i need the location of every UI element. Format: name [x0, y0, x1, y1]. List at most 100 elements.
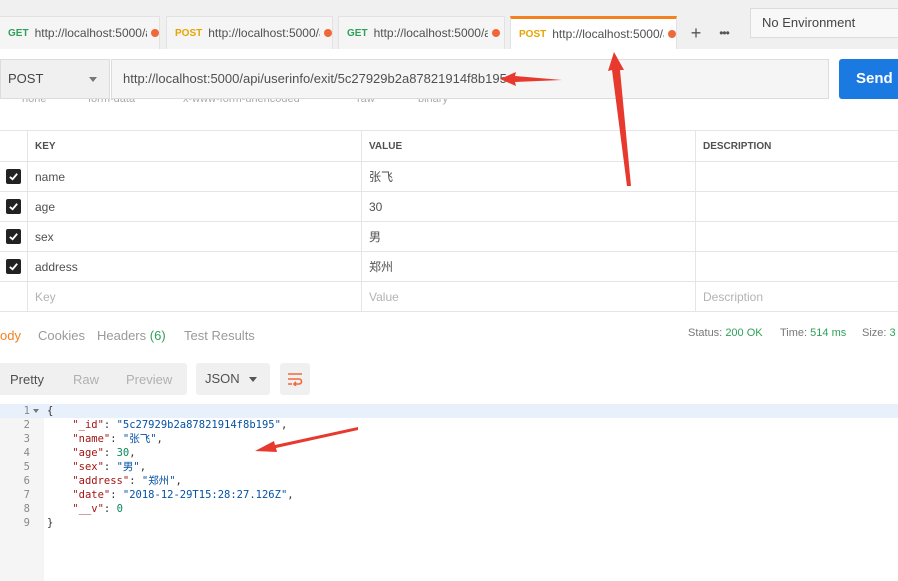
- body-type-binary[interactable]: binary: [418, 99, 448, 105]
- code-line: 7 "date": "2018-12-29T15:28:27.126Z",: [23, 489, 294, 501]
- tab-url: http://localhost:5000/api/userinfo: [552, 27, 664, 41]
- environment-select[interactable]: No Environment: [750, 8, 898, 38]
- new-key-input[interactable]: Key: [27, 282, 361, 311]
- unsaved-dot-icon: [324, 29, 332, 37]
- param-description[interactable]: [695, 162, 898, 191]
- tab-url: http://localhost:5000/api/userinfo: [208, 26, 320, 40]
- request-tab-bar: GET http://localhost:5000/api/userinfo P…: [0, 0, 898, 49]
- param-key[interactable]: age: [27, 192, 361, 221]
- param-value[interactable]: 30: [361, 192, 695, 221]
- more-tabs-icon[interactable]: •••: [711, 20, 737, 46]
- tab-body[interactable]: ody: [0, 328, 21, 343]
- row-checkbox[interactable]: [0, 252, 27, 281]
- table-header: KEY VALUE DESCRIPTION: [0, 130, 898, 162]
- code-line: 4 "age": 30,: [23, 447, 136, 459]
- body-type-options: none form-data x-www-form-urlencoded raw…: [0, 99, 898, 113]
- param-key[interactable]: address: [27, 252, 361, 281]
- body-type-form-data[interactable]: form-data: [88, 99, 135, 105]
- new-description-input[interactable]: Description: [695, 282, 898, 311]
- chevron-down-icon: [249, 377, 257, 382]
- tab-headers-label: Headers: [97, 328, 147, 343]
- headers-count: (6): [149, 328, 166, 343]
- body-type-raw[interactable]: raw: [357, 99, 375, 105]
- status-value: 200 OK: [725, 327, 763, 339]
- view-preview[interactable]: Preview: [126, 372, 172, 387]
- wrap-lines-button[interactable]: [280, 363, 310, 395]
- new-value-input[interactable]: Value: [361, 282, 695, 311]
- tab-url: http://localhost:5000/api/userinfo: [373, 26, 488, 40]
- checkbox-checked-icon[interactable]: [6, 199, 21, 214]
- view-pretty[interactable]: Pretty: [10, 372, 44, 387]
- tab-url: http://localhost:5000/api/userinfo: [34, 26, 148, 40]
- tab-method: POST: [519, 28, 547, 40]
- code-line: 3 "name": "张飞",: [23, 433, 163, 445]
- fold-icon[interactable]: [33, 409, 39, 413]
- header-key: KEY: [27, 131, 361, 161]
- status-label: Status:: [688, 327, 723, 339]
- tab-method: GET: [8, 27, 29, 39]
- header-value: VALUE: [361, 131, 695, 161]
- row-checkbox[interactable]: [0, 162, 27, 191]
- add-tab-icon[interactable]: +: [683, 20, 709, 46]
- table-row: name 张飞: [0, 162, 898, 192]
- response-tabs: ody Cookies Headers (6) Test Results Sta…: [0, 322, 898, 350]
- unsaved-dot-icon: [491, 29, 500, 37]
- tab-cookies[interactable]: Cookies: [38, 328, 85, 343]
- code-line: 2 "_id": "5c27929b2a87821914f8b195",: [23, 419, 288, 431]
- body-type-none[interactable]: none: [22, 99, 46, 105]
- json-age: 30: [116, 447, 130, 459]
- row-checkbox[interactable]: [0, 192, 27, 221]
- param-description[interactable]: [695, 192, 898, 221]
- checkbox-checked-icon[interactable]: [6, 169, 21, 184]
- row-checkbox-empty: [0, 282, 27, 311]
- unsaved-dot-icon: [151, 29, 159, 37]
- param-value[interactable]: 张飞: [361, 162, 695, 191]
- param-value[interactable]: 男: [361, 222, 695, 251]
- request-tab-active[interactable]: POST http://localhost:5000/api/userinfo: [510, 16, 677, 49]
- send-button[interactable]: Send: [839, 59, 898, 99]
- view-raw[interactable]: Raw: [73, 372, 99, 387]
- code-line: 9}: [23, 517, 54, 529]
- tab-method: POST: [175, 27, 203, 39]
- method-value: POST: [8, 71, 44, 86]
- unsaved-dot-icon: [668, 30, 676, 38]
- view-mode-group: Pretty Raw Preview: [0, 363, 187, 395]
- param-key[interactable]: sex: [27, 222, 361, 251]
- response-body-editor[interactable]: 1{ 2 "_id": "5c27929b2a87821914f8b195", …: [0, 404, 898, 581]
- param-description[interactable]: [695, 252, 898, 281]
- json-name: 张飞: [129, 433, 151, 445]
- json-date: 2018-12-29T15:28:27.126Z: [129, 489, 281, 501]
- tab-headers[interactable]: Headers (6): [97, 328, 166, 343]
- header-check-cell: [0, 131, 27, 161]
- wrap-lines-icon: [288, 373, 303, 386]
- param-value[interactable]: 郑州: [361, 252, 695, 281]
- request-tab-1[interactable]: GET http://localhost:5000/api/userinfo: [0, 16, 160, 49]
- postman-window: GET http://localhost:5000/api/userinfo P…: [0, 0, 898, 581]
- format-select[interactable]: JSON: [196, 363, 270, 395]
- time-value: 514 ms: [810, 327, 847, 339]
- checkbox-checked-icon[interactable]: [6, 259, 21, 274]
- request-tab-2[interactable]: POST http://localhost:5000/api/userinfo: [166, 16, 333, 49]
- code-line: 6 "address": "郑州",: [23, 475, 182, 487]
- size-info: Size: 3: [862, 327, 896, 339]
- param-description[interactable]: [695, 222, 898, 251]
- size-value: 3: [889, 327, 896, 339]
- code-line: 1{: [0, 404, 898, 418]
- json-v: 0: [116, 503, 123, 515]
- param-key[interactable]: name: [27, 162, 361, 191]
- checkbox-checked-icon[interactable]: [6, 229, 21, 244]
- tab-test-results[interactable]: Test Results: [184, 328, 255, 343]
- size-label: Size:: [862, 327, 887, 339]
- code-line: 8 "__v": 0: [23, 503, 123, 515]
- url-input[interactable]: http://localhost:5000/api/userinfo/exit/…: [111, 59, 829, 99]
- row-checkbox[interactable]: [0, 222, 27, 251]
- response-toolbar: Pretty Raw Preview JSON: [0, 363, 898, 395]
- table-row-new: Key Value Description: [0, 282, 898, 312]
- table-row: sex 男: [0, 222, 898, 252]
- method-select[interactable]: POST: [0, 59, 110, 99]
- form-params-table: KEY VALUE DESCRIPTION name 张飞 age 30 sex…: [0, 130, 898, 312]
- body-type-urlencoded[interactable]: x-www-form-urlencoded: [183, 99, 300, 105]
- status-info: Status: 200 OK: [688, 327, 763, 339]
- request-tab-3[interactable]: GET http://localhost:5000/api/userinfo: [338, 16, 505, 49]
- code-line: 5 "sex": "男",: [23, 461, 147, 473]
